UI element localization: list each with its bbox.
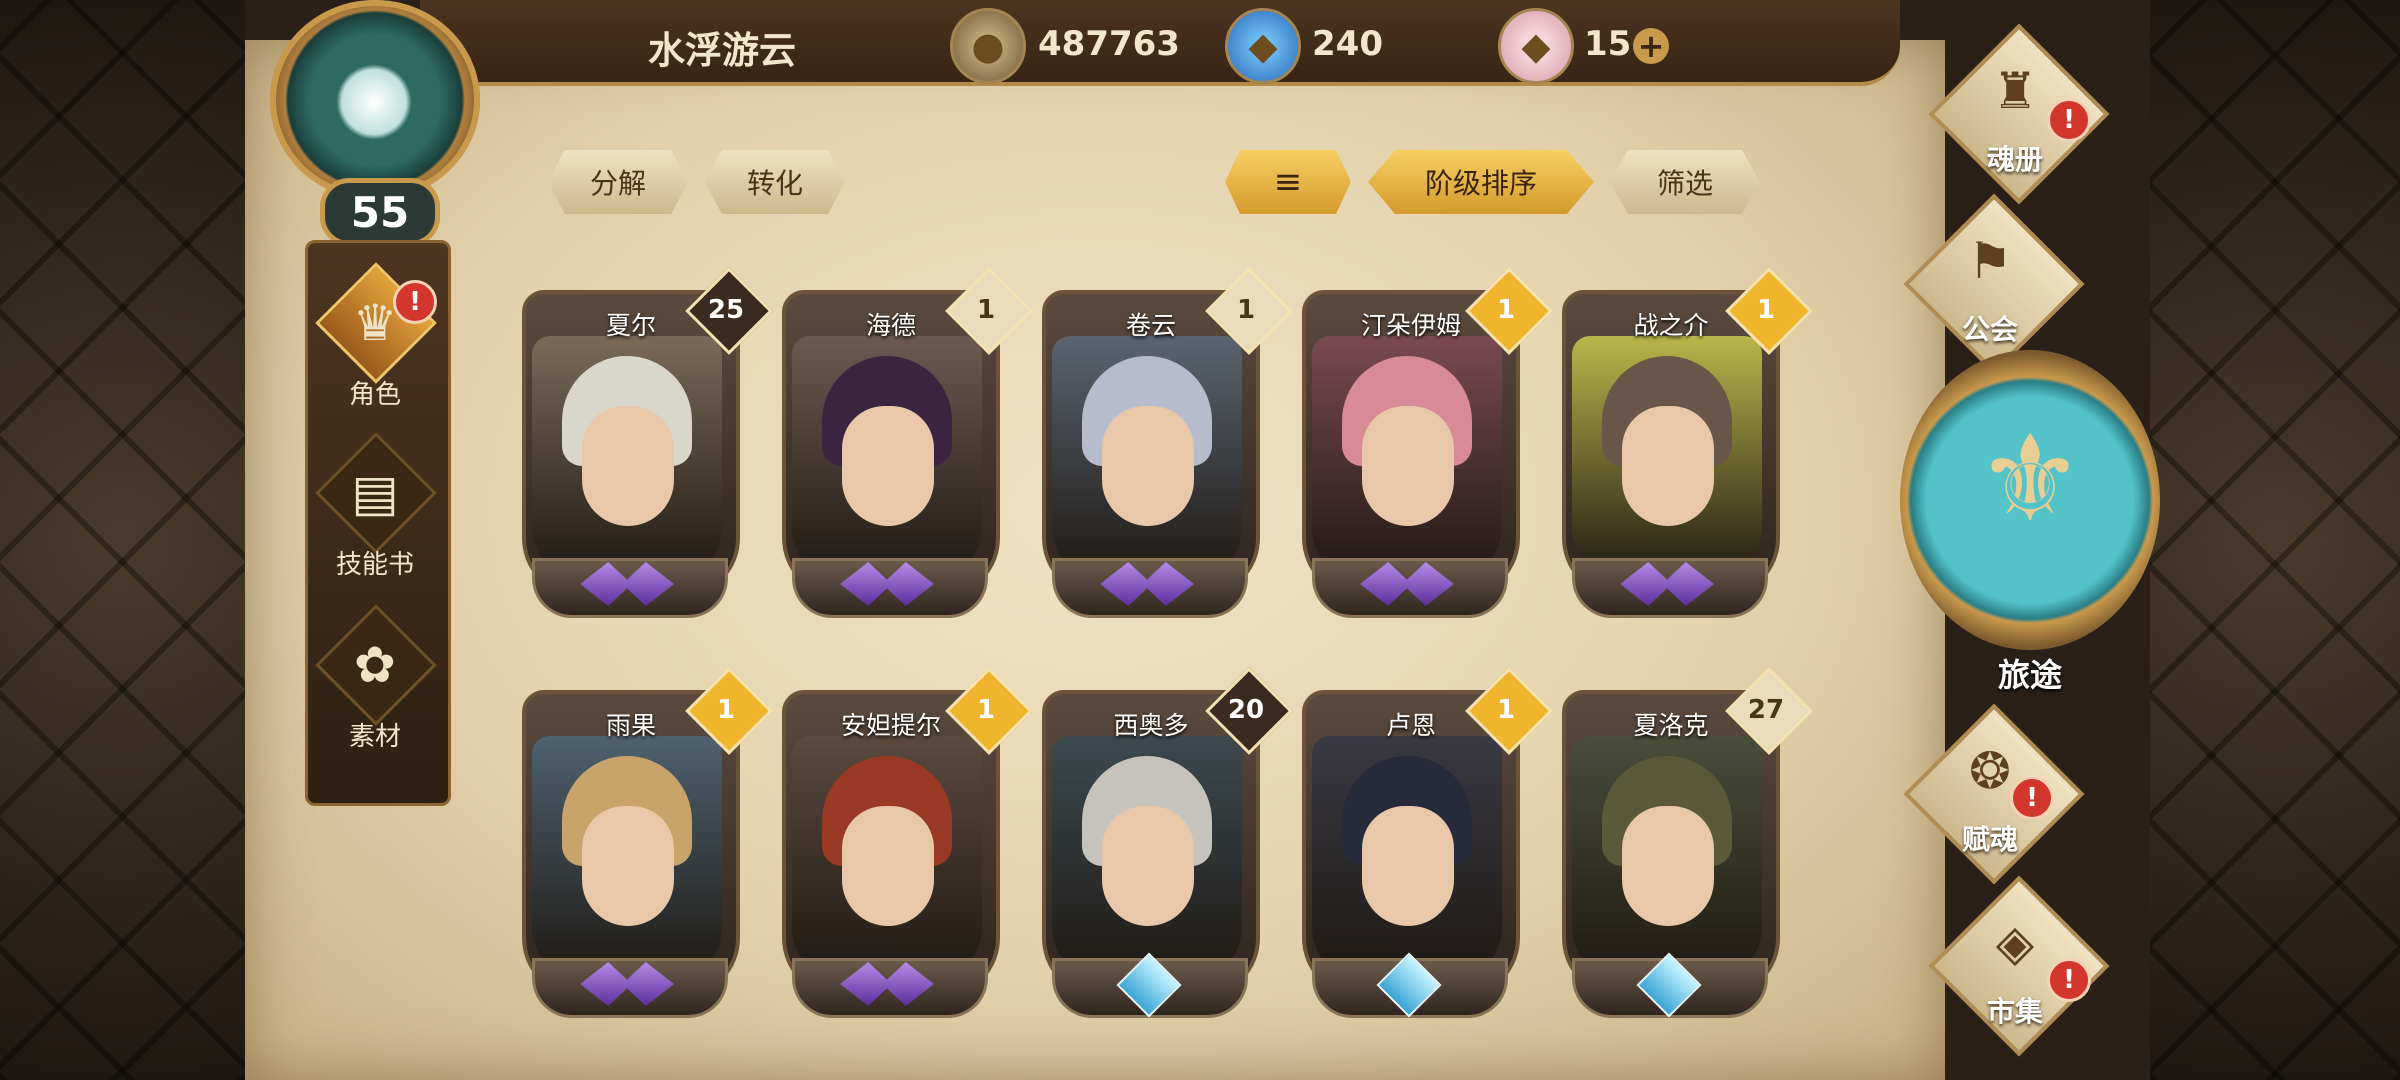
gold-amount: 487763 — [1038, 24, 1180, 64]
rank-number: 1 — [976, 295, 996, 325]
rank-number: 27 — [1747, 695, 1785, 725]
nav-item-market[interactable]: ◈ 市集 ! — [1925, 875, 2110, 1057]
character-portrait — [1312, 736, 1502, 982]
nav-item-soul-book[interactable]: ♜ 魂册 ! — [1925, 23, 2110, 205]
player-level-badge: 55 — [320, 178, 440, 246]
nav-item-guild[interactable]: ⚑ 公会 — [1900, 193, 2085, 375]
alert-badge: ! — [393, 280, 437, 324]
nav-item-materials[interactable]: ✿ 素材 — [305, 604, 445, 772]
character-portrait — [532, 736, 722, 982]
blue-crystal-icon: ◆ — [1225, 8, 1301, 84]
player-name: 水浮游云 — [648, 29, 796, 72]
nav-label: 角色 — [348, 380, 401, 410]
character-card[interactable]: 夏尔 25 — [522, 267, 773, 620]
portrait-face — [1622, 806, 1714, 926]
rank-number: 1 — [716, 695, 736, 725]
add-gem-button[interactable]: + — [1633, 28, 1669, 64]
sort-icon: ≡ — [1273, 162, 1303, 202]
nav-item-soul-infuse[interactable]: ❂ 赋魂 ! — [1900, 703, 2085, 885]
character-portrait — [1312, 336, 1502, 582]
crystal-amount: 240 — [1312, 24, 1383, 64]
guild-icon: ⚑ — [1967, 232, 2013, 290]
character-portrait — [792, 736, 982, 982]
gem-amount: 15 — [1584, 24, 1632, 64]
rank-number: 1 — [1496, 695, 1516, 725]
nav-label: 素材 — [348, 722, 401, 752]
portrait-face — [842, 806, 934, 926]
alert-badge: ! — [2047, 98, 2091, 142]
pink-gem-icon: ◆ — [1498, 8, 1574, 84]
rank-number: 1 — [976, 695, 996, 725]
character-card[interactable]: 西奥多 20 — [1042, 667, 1293, 1020]
character-card[interactable]: 汀朵伊姆 1 — [1302, 267, 1553, 620]
nav-item-characters[interactable]: ♛ 角色 ! — [305, 262, 445, 430]
portrait-face — [842, 406, 934, 526]
decompose-button[interactable]: 分解 — [548, 150, 688, 214]
character-portrait — [792, 336, 982, 582]
alert-badge: ! — [2047, 958, 2091, 1002]
portrait-face — [1102, 406, 1194, 526]
portrait-face — [1362, 806, 1454, 926]
rank-number: 1 — [1756, 295, 1776, 325]
nav-label: 赋魂 — [1961, 823, 2018, 856]
character-card[interactable]: 战之介 1 — [1562, 267, 1813, 620]
sort-order-button[interactable]: ≡ — [1225, 150, 1351, 214]
character-card[interactable]: 海德 1 — [782, 267, 1033, 620]
character-portrait — [1572, 736, 1762, 982]
portrait-face — [582, 406, 674, 526]
rank-number: 25 — [707, 295, 745, 325]
sort-by-rank-button[interactable]: 阶级排序 — [1368, 150, 1594, 214]
character-portrait — [532, 336, 722, 582]
character-portrait — [1052, 336, 1242, 582]
character-card[interactable]: 安妲提尔 1 — [782, 667, 1033, 1020]
right-stone-border — [2150, 0, 2400, 1080]
left-stone-border — [0, 0, 245, 1080]
portrait-face — [1102, 806, 1194, 926]
journey-button[interactable]: ⚜ 旅途 — [1900, 350, 2160, 694]
nav-item-skill-books[interactable]: ▤ 技能书 — [305, 432, 445, 600]
character-card[interactable]: 雨果 1 — [522, 667, 773, 1020]
journey-label: 旅途 — [1997, 656, 2062, 694]
nav-label: 魂册 — [1986, 143, 2043, 176]
portrait-face — [582, 806, 674, 926]
alert-badge: ! — [2010, 776, 2054, 820]
gold-coin-icon: ● — [950, 8, 1026, 84]
character-portrait — [1572, 336, 1762, 582]
convert-button[interactable]: 转化 — [705, 150, 845, 214]
nav-label: 公会 — [1961, 313, 2018, 346]
journey-icon: ⚜ — [1976, 410, 2084, 549]
portrait-face — [1622, 406, 1714, 526]
portrait-face — [1362, 406, 1454, 526]
book-icon: ▤ — [351, 464, 399, 522]
character-portrait — [1052, 736, 1242, 982]
avatar-emblem-icon — [336, 64, 412, 140]
character-card[interactable]: 卢恩 1 — [1302, 667, 1553, 1020]
nav-label: 技能书 — [335, 550, 414, 580]
rank-number: 1 — [1236, 295, 1256, 325]
rank-number: 1 — [1496, 295, 1516, 325]
rank-number: 20 — [1227, 695, 1265, 725]
filter-button[interactable]: 筛选 — [1610, 150, 1760, 214]
material-icon: ✿ — [354, 636, 396, 694]
character-card[interactable]: 夏洛克 27 — [1562, 667, 1813, 1020]
character-card[interactable]: 卷云 1 — [1042, 267, 1293, 620]
